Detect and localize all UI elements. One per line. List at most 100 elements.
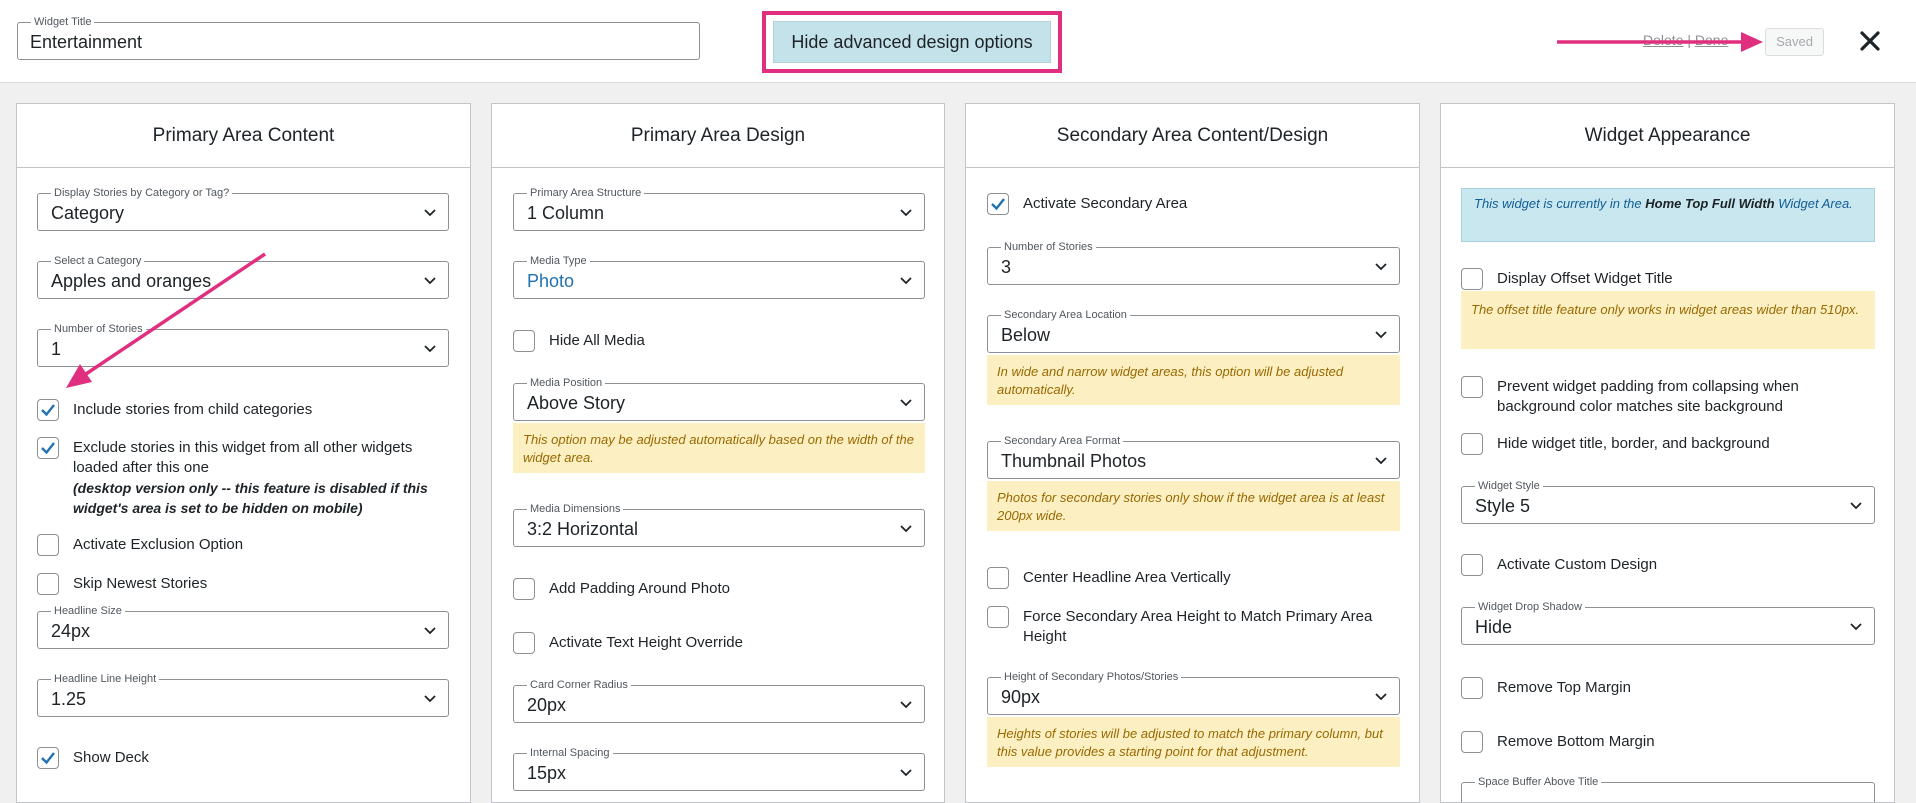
widget-location-info: This widget is currently in the Home Top…	[1461, 188, 1875, 242]
widget-style-select[interactable]: Widget Style Style 5	[1461, 480, 1875, 524]
activate-exclusion-option: Activate Exclusion Option	[37, 534, 450, 558]
corner-radius-value: 20px	[527, 695, 567, 715]
exclude-stories-checkbox[interactable]	[37, 437, 59, 459]
secondary-number-of-stories-value: 3	[1001, 257, 1012, 277]
prevent-padding-checkbox[interactable]	[1461, 376, 1483, 398]
force-height-checkbox[interactable]	[987, 606, 1009, 628]
text-height-override-checkbox[interactable]	[513, 632, 535, 654]
text-height-override-label: Activate Text Height Override	[549, 634, 743, 651]
chevron-down-icon	[1375, 693, 1387, 701]
custom-design-checkbox[interactable]	[1461, 554, 1483, 576]
secondary-area-panel: Secondary Area Content/Design Activate S…	[965, 103, 1420, 803]
display-offset-option: Display Offset Widget Title	[1461, 268, 1874, 292]
media-position-select[interactable]: Media Position Above Story	[513, 377, 925, 421]
drop-shadow-select[interactable]: Widget Drop Shadow Hide	[1461, 601, 1875, 645]
hide-all-media-checkbox[interactable]	[513, 330, 535, 352]
widget-style-label: Widget Style	[1475, 480, 1543, 492]
display-by-select[interactable]: Display Stories by Category or Tag? Cate…	[37, 187, 449, 231]
widget-title-field[interactable]: Widget Title Entertainment	[17, 16, 700, 60]
exclude-stories-text: Exclude stories in this widget from all …	[73, 439, 413, 476]
display-by-label: Display Stories by Category or Tag?	[51, 187, 233, 199]
custom-design-label: Activate Custom Design	[1497, 556, 1658, 573]
widget-title-input[interactable]: Entertainment	[30, 30, 142, 54]
exclude-stories-note: (desktop version only -- this feature is…	[73, 480, 428, 516]
remove-top-margin-checkbox[interactable]	[1461, 677, 1483, 699]
saved-button[interactable]: Saved	[1765, 28, 1824, 56]
chevron-down-icon	[900, 769, 912, 777]
show-deck-checkbox[interactable]	[37, 747, 59, 769]
media-dimensions-value: 3:2 Horizontal	[527, 519, 639, 539]
headline-line-height-select[interactable]: Headline Line Height 1.25	[37, 673, 449, 717]
panel-title: Secondary Area Content/Design	[966, 104, 1419, 168]
primary-structure-select[interactable]: Primary Area Structure 1 Column	[513, 187, 925, 231]
chevron-down-icon	[1850, 502, 1862, 510]
primary-structure-value: 1 Column	[527, 203, 605, 223]
hide-all-media-option: Hide All Media	[513, 330, 924, 354]
center-headline-checkbox[interactable]	[987, 567, 1009, 589]
text-height-override-option: Activate Text Height Override	[513, 632, 924, 656]
media-dimensions-label: Media Dimensions	[527, 503, 624, 515]
chevron-down-icon	[900, 399, 912, 407]
activate-secondary-checkbox[interactable]	[987, 193, 1009, 215]
media-type-select[interactable]: Media Type Photo	[513, 255, 925, 299]
include-children-checkbox[interactable]	[37, 399, 59, 421]
primary-area-content-panel: Primary Area Content Display Stories by …	[16, 103, 471, 803]
activate-secondary-option: Activate Secondary Area	[987, 193, 1399, 217]
internal-spacing-label: Internal Spacing	[527, 747, 613, 759]
media-dimensions-select[interactable]: Media Dimensions 3:2 Horizontal	[513, 503, 925, 547]
add-padding-checkbox[interactable]	[513, 578, 535, 600]
secondary-location-select[interactable]: Secondary Area Location Below	[987, 309, 1400, 353]
internal-spacing-select[interactable]: Internal Spacing 15px	[513, 747, 925, 791]
space-buffer-select[interactable]: Space Buffer Above Title	[1461, 776, 1875, 802]
chevron-down-icon	[424, 209, 436, 217]
chevron-down-icon	[900, 209, 912, 217]
add-padding-label: Add Padding Around Photo	[549, 580, 730, 597]
media-type-label: Media Type	[527, 255, 590, 267]
center-headline-label: Center Headline Area Vertically	[1023, 569, 1231, 586]
prevent-padding-option: Prevent widget padding from collapsing w…	[1461, 376, 1874, 420]
chevron-down-icon	[424, 345, 436, 353]
chevron-down-icon	[900, 701, 912, 709]
space-buffer-label: Space Buffer Above Title	[1475, 776, 1602, 788]
close-icon[interactable]	[1856, 27, 1884, 55]
headline-size-select[interactable]: Headline Size 24px	[37, 605, 449, 649]
skip-newest-checkbox[interactable]	[37, 573, 59, 595]
chevron-down-icon	[1375, 263, 1387, 271]
primary-area-design-panel: Primary Area Design Primary Area Structu…	[491, 103, 945, 803]
show-deck-option: Show Deck	[37, 747, 450, 771]
force-height-option: Force Secondary Area Height to Match Pri…	[987, 606, 1399, 650]
chevron-down-icon	[1850, 623, 1862, 631]
annotation-arrow-icon	[66, 252, 266, 388]
secondary-format-select[interactable]: Secondary Area Format Thumbnail Photos	[987, 435, 1400, 479]
chevron-down-icon	[1375, 457, 1387, 465]
info-area-name: Home Top Full Width	[1645, 196, 1775, 211]
chevron-down-icon	[1375, 331, 1387, 339]
activate-secondary-label: Activate Secondary Area	[1023, 195, 1188, 212]
panel-title: Primary Area Design	[492, 104, 944, 168]
secondary-location-notice: In wide and narrow widget areas, this op…	[987, 355, 1400, 405]
activate-exclusion-label: Activate Exclusion Option	[73, 536, 244, 553]
corner-radius-select[interactable]: Card Corner Radius 20px	[513, 679, 925, 723]
include-children-option: Include stories from child categories	[37, 399, 450, 423]
media-position-label: Media Position	[527, 377, 606, 389]
offset-title-notice: The offset title feature only works in w…	[1461, 291, 1875, 349]
custom-design-option: Activate Custom Design	[1461, 554, 1874, 578]
remove-bottom-margin-option: Remove Bottom Margin	[1461, 731, 1874, 755]
chevron-down-icon	[900, 525, 912, 533]
hide-title-checkbox[interactable]	[1461, 433, 1483, 455]
remove-bottom-margin-checkbox[interactable]	[1461, 731, 1483, 753]
headline-line-height-label: Headline Line Height	[51, 673, 160, 685]
hide-title-option: Hide widget title, border, and backgroun…	[1461, 433, 1874, 457]
display-offset-checkbox[interactable]	[1461, 268, 1483, 290]
secondary-photo-height-select[interactable]: Height of Secondary Photos/Stories 90px	[987, 671, 1400, 715]
secondary-number-of-stories-label: Number of Stories	[1001, 241, 1096, 253]
chevron-down-icon	[424, 627, 436, 635]
secondary-number-of-stories-select[interactable]: Number of Stories 3	[987, 241, 1400, 285]
secondary-photo-height-value: 90px	[1001, 687, 1041, 707]
force-height-label: Force Secondary Area Height to Match Pri…	[1023, 608, 1373, 645]
secondary-format-value: Thumbnail Photos	[1001, 451, 1147, 471]
activate-exclusion-checkbox[interactable]	[37, 534, 59, 556]
toggle-advanced-options-button[interactable]: Hide advanced design options	[773, 21, 1051, 63]
panel-title: Widget Appearance	[1441, 104, 1894, 168]
remove-bottom-margin-label: Remove Bottom Margin	[1497, 733, 1655, 750]
